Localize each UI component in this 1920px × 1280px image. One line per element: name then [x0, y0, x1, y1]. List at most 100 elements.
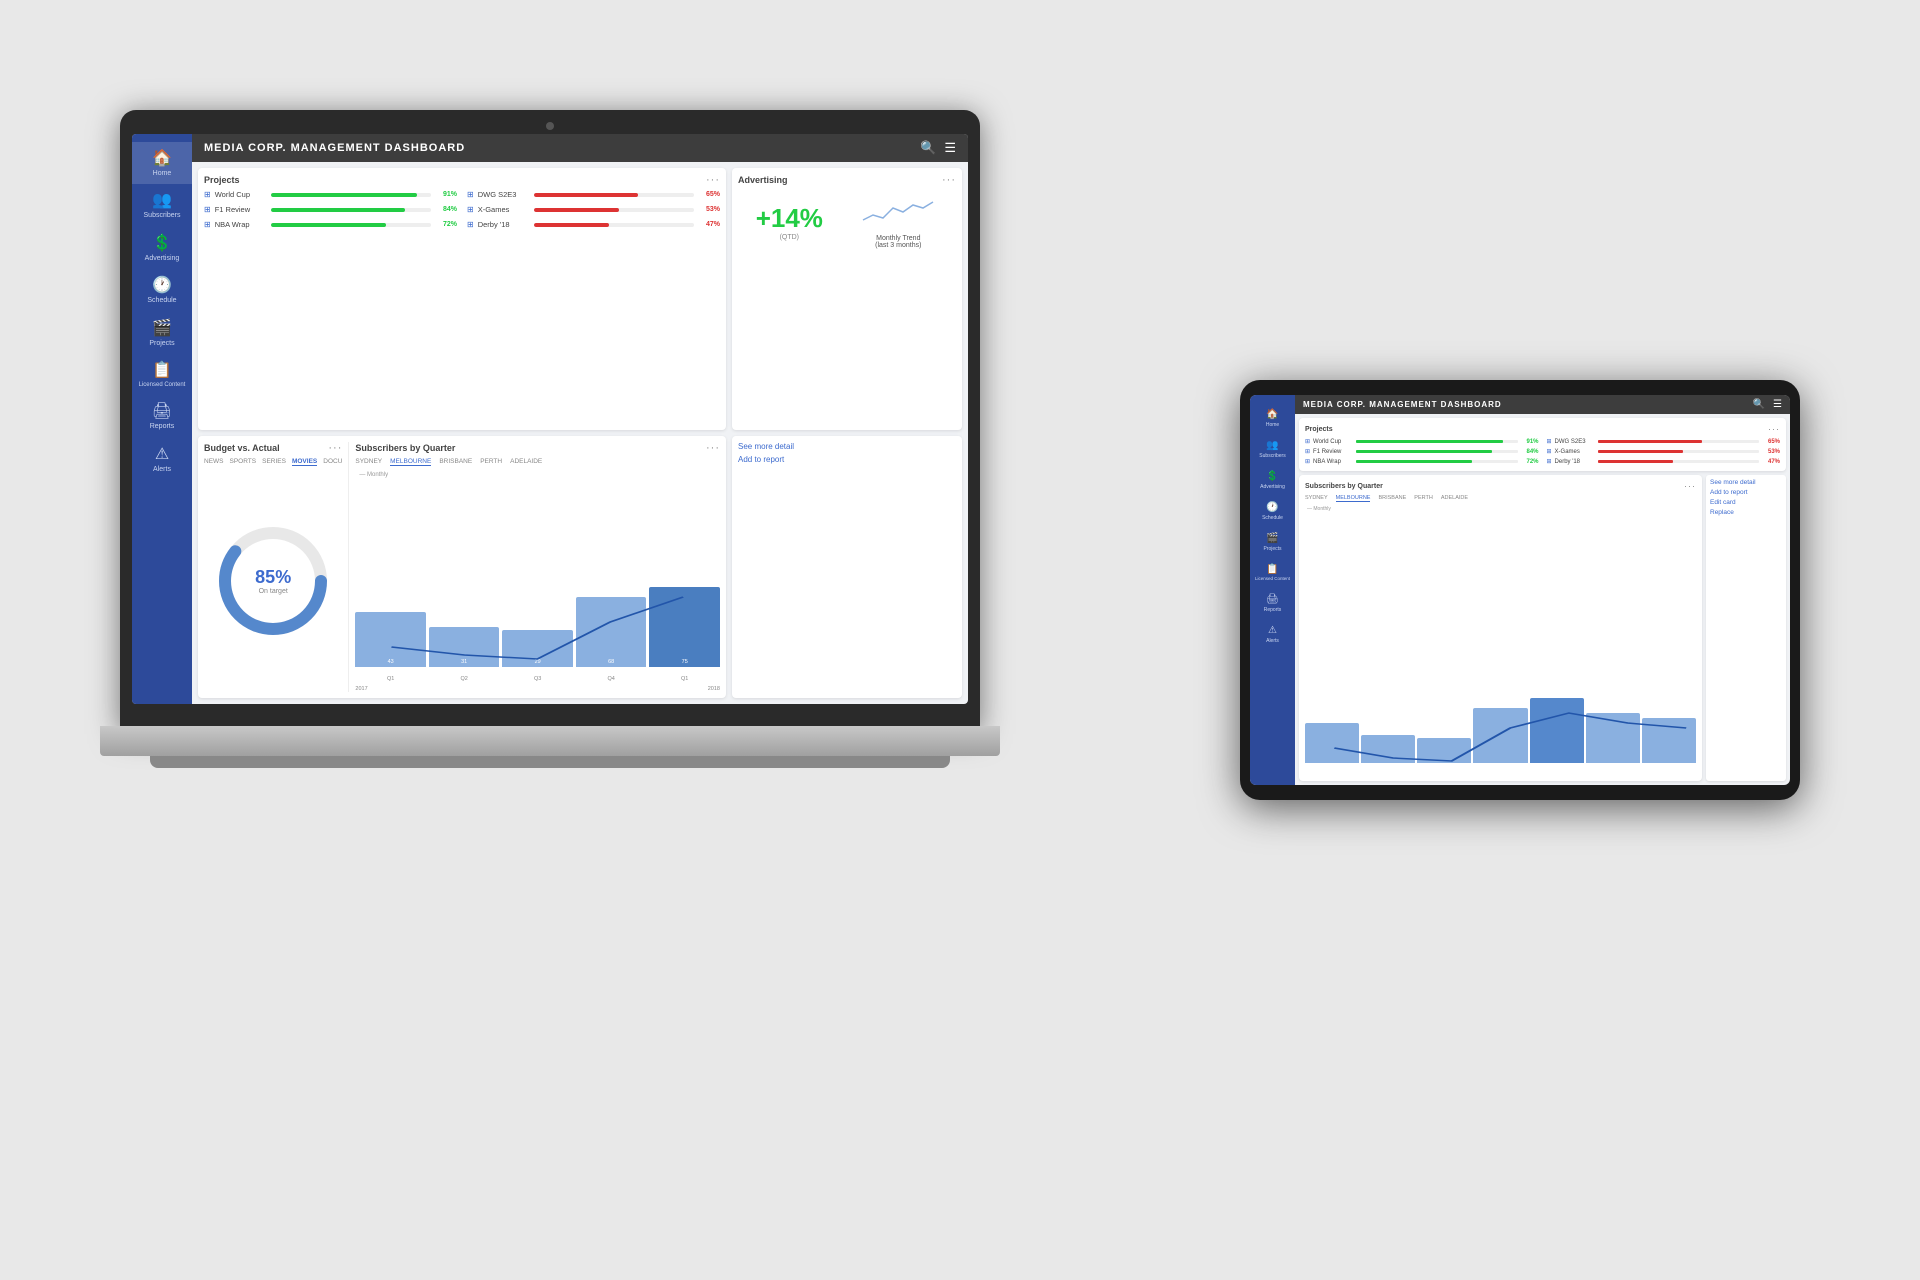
tablet-sidebar-projects[interactable]: 🎬 Projects [1250, 527, 1295, 558]
search-icon[interactable]: 🔍 [920, 140, 936, 156]
tablet-row-f1review: ⊞ F1 Review 84% [1305, 448, 1539, 455]
budget-card-menu[interactable]: ··· [328, 442, 342, 454]
tablet-projects-header: Projects ··· [1305, 424, 1780, 434]
tablet-row-xgames: ⊞ X-Games 53% [1547, 448, 1781, 455]
tablet-sub-tab-adelaide[interactable]: ADELAIDE [1441, 495, 1468, 502]
menu-icon[interactable]: ☰ [944, 140, 956, 156]
progress-derby [534, 223, 694, 227]
budget-tab-docu[interactable]: DOCU [323, 458, 342, 466]
tablet-search-icon[interactable]: 🔍 [1753, 399, 1765, 410]
tablet-licensed-icon: 📋 [1266, 564, 1278, 575]
add-to-report-link[interactable]: Add to report [738, 455, 956, 464]
tablet-row-worldcup: ⊞ World Cup 91% [1305, 438, 1539, 445]
tablet-icon-dwg: ⊞ [1547, 438, 1552, 445]
tablet-replace-link[interactable]: Replace [1710, 509, 1782, 516]
subscribers-chart-area: — Monthly 43 [355, 470, 720, 692]
advertising-qtd-label: (QTD) [756, 234, 823, 241]
tablet-sidebar-licensed[interactable]: 📋 Licensed Content [1250, 558, 1295, 588]
sub-tab-sydney[interactable]: SYDNEY [355, 458, 382, 466]
project-rows-left: ⊞ World Cup 91% ⊞ F1 Review [204, 190, 457, 229]
sub-tab-melbourne[interactable]: MELBOURNE [390, 458, 431, 466]
tablet-sidebar-subscribers[interactable]: 👥 Subscribers [1250, 434, 1295, 465]
budget-tab-series[interactable]: SERIES [262, 458, 286, 466]
tablet-pct-f1review: 84% [1521, 449, 1539, 455]
sidebar-item-alerts[interactable]: ⚠ Alerts [132, 438, 192, 480]
see-more-detail-link[interactable]: See more detail [738, 442, 956, 451]
tablet-sub-menu[interactable]: ··· [1684, 481, 1696, 491]
laptop-camera [546, 122, 554, 130]
tablet-sub-tab-melbourne[interactable]: MELBOURNE [1336, 495, 1371, 502]
tablet-sub-tab-sydney[interactable]: SYDNEY [1305, 495, 1328, 502]
project-name-dwg: DWG S2E3 [478, 190, 530, 199]
progress-nbawrap [271, 223, 431, 227]
budget-tab-movies[interactable]: MOVIES [292, 458, 317, 466]
laptop-header-title: MEDIA CORP. MANAGEMENT DASHBOARD [204, 142, 465, 154]
tablet-projects-title: Projects [1305, 426, 1333, 433]
progress-fill-dwg [534, 193, 638, 197]
sidebar-item-licensed-content[interactable]: 📋 Licensed Content [132, 354, 192, 395]
sidebar-item-advertising[interactable]: 💲 Advertising [132, 227, 192, 269]
tablet-name-xgames: X-Games [1555, 449, 1595, 455]
schedule-icon: 🕐 [152, 275, 172, 295]
tablet-sub-header: Subscribers by Quarter ··· [1305, 481, 1696, 491]
monthly-label: — Monthly [359, 472, 388, 478]
sidebar-item-home[interactable]: 🏠 Home [132, 142, 192, 184]
tablet-see-more-link[interactable]: See more detail [1710, 479, 1782, 486]
sidebar-item-reports[interactable]: 🖨 Reports [132, 395, 192, 437]
sidebar-item-subscribers[interactable]: 👥 Subscribers [132, 184, 192, 226]
tablet-sidebar-schedule[interactable]: 🕐 Schedule [1250, 496, 1295, 527]
tablet-sidebar-alerts[interactable]: ⚠ Alerts [1250, 619, 1295, 650]
tablet-sub-tab-brisbane[interactable]: BRISBANE [1378, 495, 1406, 502]
sub-tab-adelaide[interactable]: ADELAIDE [510, 458, 542, 466]
tablet-sub-tab-perth[interactable]: PERTH [1414, 495, 1433, 502]
sidebar-item-projects[interactable]: 🎬 Projects [132, 312, 192, 354]
tablet-sub-title: Subscribers by Quarter [1305, 483, 1383, 490]
project-name-derby: Derby '18 [478, 220, 530, 229]
tablet-sidebar-label-licensed: Licensed Content [1255, 577, 1290, 582]
sub-tab-brisbane[interactable]: BRISBANE [439, 458, 472, 466]
tablet-icon-worldcup: ⊞ [1305, 438, 1310, 445]
alerts-icon: ⚠ [155, 444, 169, 464]
budget-tab-news[interactable]: NEWS [204, 458, 224, 466]
tablet-sidebar: 🏠 Home 👥 Subscribers 💲 Advertising 🕐 Sch… [1250, 395, 1295, 785]
tablet-sidebar-label-subscribers: Subscribers [1259, 453, 1285, 459]
tablet-subscribers-icon: 👥 [1266, 440, 1278, 451]
project-icon-f1review: ⊞ [204, 205, 211, 214]
tablet-sidebar-advertising[interactable]: 💲 Advertising [1250, 465, 1295, 496]
projects-card-menu[interactable]: ··· [706, 174, 720, 186]
tablet-projects-menu[interactable]: ··· [1768, 424, 1780, 434]
laptop-header: MEDIA CORP. MANAGEMENT DASHBOARD 🔍 ☰ [192, 134, 968, 162]
budget-tabs: NEWS SPORTS SERIES MOVIES DOCU [204, 458, 342, 466]
sub-tab-perth[interactable]: PERTH [480, 458, 502, 466]
advertising-card-menu[interactable]: ··· [942, 174, 956, 186]
year-2017: 2017 [355, 686, 367, 692]
tablet-sidebar-home[interactable]: 🏠 Home [1250, 403, 1295, 434]
tablet-prog-derby [1598, 460, 1759, 463]
tablet-sidebar-label-alerts: Alerts [1266, 638, 1279, 644]
subscribers-card-menu[interactable]: ··· [706, 442, 720, 454]
x-label-q2: Q2 [429, 676, 500, 682]
tablet-detail-panel: See more detail Add to report Edit card … [1706, 475, 1786, 781]
tablet-edit-card-link[interactable]: Edit card [1710, 499, 1782, 506]
tablet-pct-xgames: 53% [1762, 449, 1780, 455]
tablet-prog-f1review [1356, 450, 1517, 453]
advertising-card-header: Advertising ··· [738, 174, 956, 186]
tablet-alerts-icon: ⚠ [1268, 625, 1277, 636]
laptop-header-icons: 🔍 ☰ [920, 140, 956, 156]
laptop-body: 🏠 Home 👥 Subscribers 💲 Advertising 🕐 Sch… [120, 110, 980, 730]
sidebar-item-schedule[interactable]: 🕐 Schedule [132, 269, 192, 311]
tablet-sidebar-label-schedule: Schedule [1262, 515, 1283, 521]
tablet-progfill-dwg [1598, 440, 1703, 443]
laptop-screen: 🏠 Home 👥 Subscribers 💲 Advertising 🕐 Sch… [132, 134, 968, 704]
pct-f1review: 84% [435, 206, 457, 213]
budget-tab-sports[interactable]: SPORTS [230, 458, 257, 466]
laptop-sidebar: 🏠 Home 👥 Subscribers 💲 Advertising 🕐 Sch… [132, 134, 192, 704]
sidebar-label-licensed-content: Licensed Content [139, 382, 186, 389]
tablet-monthly-label: — Monthly [1307, 506, 1331, 512]
tablet-name-f1review: F1 Review [1313, 449, 1353, 455]
tablet-add-to-report-link[interactable]: Add to report [1710, 489, 1782, 496]
laptop-device: 🏠 Home 👥 Subscribers 💲 Advertising 🕐 Sch… [100, 60, 1000, 960]
tablet-row-dwg: ⊞ DWG S2E3 65% [1547, 438, 1781, 445]
tablet-sidebar-reports[interactable]: 🖨 Reports [1250, 588, 1295, 619]
tablet-menu-icon[interactable]: ☰ [1773, 399, 1782, 410]
